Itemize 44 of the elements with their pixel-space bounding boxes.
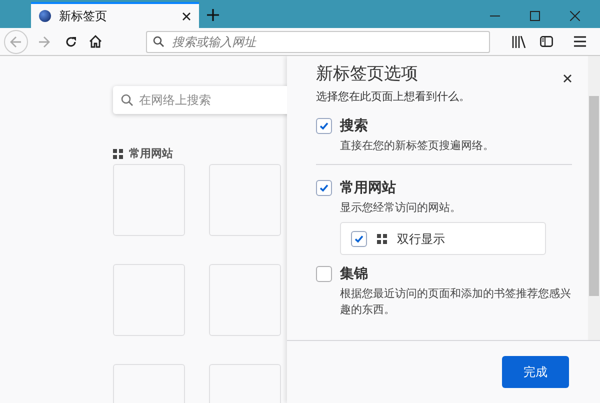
section-label: 搜索 <box>340 116 368 135</box>
section-label: 常用网站 <box>340 178 396 197</box>
back-arrow-icon <box>10 36 22 48</box>
library-icon[interactable] <box>512 36 526 48</box>
site-tile[interactable] <box>209 164 281 236</box>
panel-title: 新标签页选项 <box>316 63 419 85</box>
checkmark-icon <box>354 234 364 244</box>
checkbox[interactable] <box>316 180 332 196</box>
address-bar[interactable]: 搜索或输入网址 <box>146 30 490 52</box>
globe-icon <box>39 10 51 22</box>
sidebar-icon[interactable] <box>540 36 553 47</box>
panel-subtitle: 选择您在此页面上想看到什么。 <box>316 90 471 104</box>
menu-icon[interactable] <box>574 36 586 47</box>
maximize-icon[interactable] <box>530 11 540 21</box>
close-icon[interactable] <box>182 12 191 20</box>
search-icon <box>153 36 164 47</box>
section-description: 直接在您的新标签页搜遍网络。 <box>340 138 495 154</box>
checkmark-icon <box>319 120 329 130</box>
checkbox[interactable] <box>316 266 332 282</box>
home-icon[interactable] <box>89 35 102 48</box>
scrollbar[interactable] <box>588 56 600 340</box>
section-label: 集锦 <box>340 264 368 283</box>
section-description: 显示您经常访问的网站。 <box>340 200 462 216</box>
web-search-field[interactable]: 在网络上搜索 <box>113 86 287 114</box>
site-tile[interactable] <box>209 264 281 336</box>
done-button[interactable]: 完成 <box>502 356 569 388</box>
scrollbar-thumb[interactable] <box>589 96 599 296</box>
checkbox[interactable] <box>316 118 332 134</box>
grid-icon <box>113 149 123 160</box>
tab-title: 新标签页 <box>59 8 108 25</box>
search-icon <box>121 94 133 106</box>
checkbox[interactable] <box>351 230 367 246</box>
browser-tab[interactable]: 新标签页 <box>31 2 199 28</box>
site-tile[interactable] <box>113 264 185 336</box>
section-description: 根据您最近访问的页面和添加的书签推荐您感兴趣的东西。 <box>340 286 572 318</box>
web-search-input[interactable]: 在网络上搜索 <box>139 91 287 109</box>
reload-icon[interactable] <box>65 36 77 48</box>
option-label: 双行显示 <box>397 230 445 248</box>
top-sites-heading: 常用网站 <box>129 146 173 162</box>
site-tile[interactable] <box>113 164 185 236</box>
plus-icon[interactable] <box>207 9 219 21</box>
grid-icon <box>377 234 387 244</box>
close-icon[interactable] <box>563 74 572 83</box>
checkmark-icon <box>319 182 329 192</box>
